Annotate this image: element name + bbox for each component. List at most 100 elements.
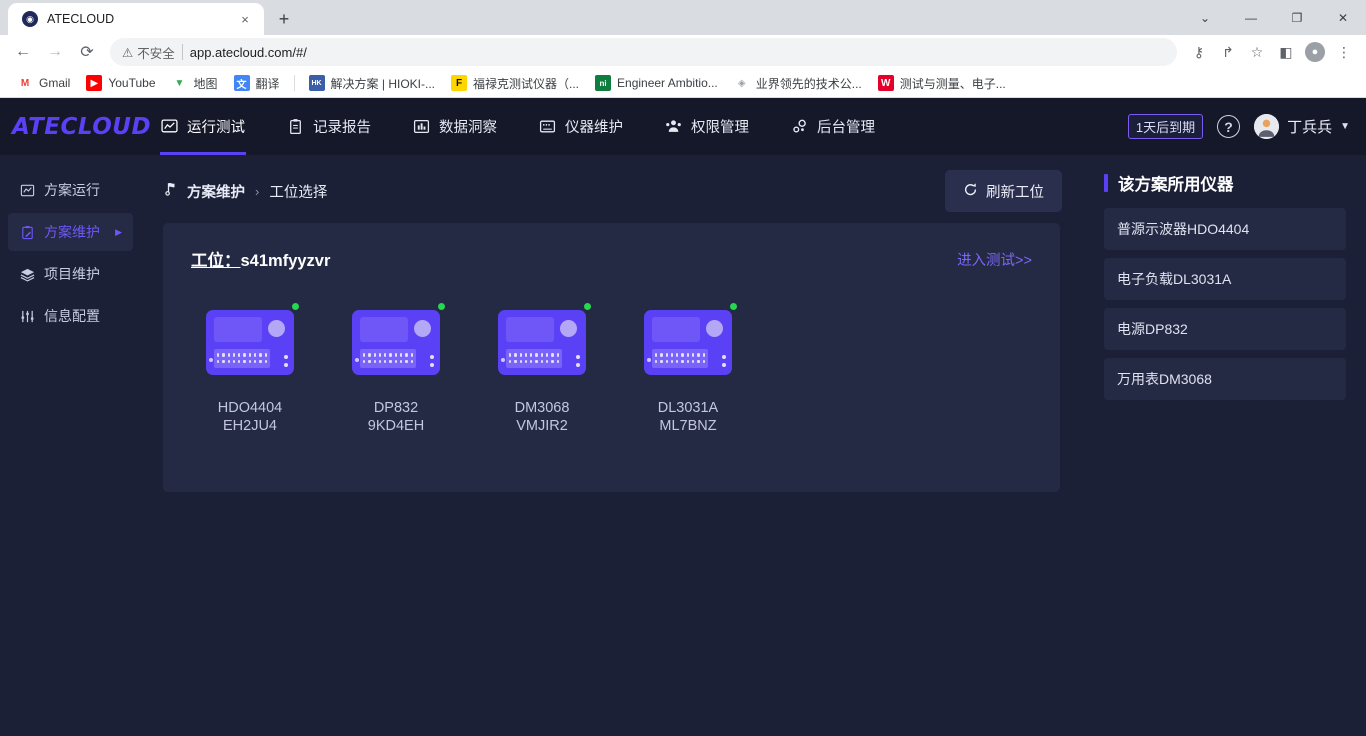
instrument-illustration [206, 309, 294, 375]
forward-icon[interactable]: → [40, 37, 70, 67]
device-knob [560, 319, 577, 337]
device-card[interactable]: HDO4404 EH2JU4 [191, 294, 309, 435]
toolbar-icon-group: ⚷ ↱ ☆ ◧ ● ⋮ [1185, 38, 1358, 66]
device-label: HDO4404 EH2JU4 [191, 399, 309, 435]
nav-tab-run-test[interactable]: 运行测试 [140, 98, 266, 155]
sidebar-item-label: 方案运行 [44, 182, 100, 198]
sidebar-item-label: 信息配置 [44, 308, 100, 324]
device-card[interactable]: DL3031A ML7BNZ [629, 294, 747, 435]
breadcrumb-root[interactable]: 方案维护 [187, 181, 245, 202]
bookmark-star-icon[interactable]: ☆ [1243, 38, 1271, 66]
profile-avatar-button[interactable]: ● [1301, 38, 1329, 66]
breadcrumb: 方案维护 [163, 181, 245, 202]
device-model: DM3068 [514, 400, 570, 416]
device-label: DL3031A ML7BNZ [629, 399, 747, 435]
not-secure-indicator[interactable]: ⚠ 不安全 [122, 43, 175, 62]
nav-tab-record-report[interactable]: 记录报告 [266, 98, 392, 155]
bookmark-label: YouTube [108, 76, 156, 90]
device-keypad-row [509, 359, 559, 363]
bookmark-fluke[interactable]: F 福禄克测试仪器（... [444, 72, 586, 95]
instruments-panel-title: 该方案所用仪器 [1104, 171, 1346, 195]
device-serial: EH2JU4 [223, 418, 277, 434]
user-menu[interactable]: 丁兵兵 ▼ [1254, 114, 1350, 139]
warning-triangle-icon: ⚠ [122, 45, 134, 60]
instrument-list-item[interactable]: 万用表DM3068 [1104, 358, 1346, 400]
device-thumbnail [337, 294, 455, 390]
diamond-icon: ◈ [733, 75, 750, 91]
sidebar-item-plan-maintain[interactable]: 方案维护 ▶ [8, 213, 133, 251]
nav-tab-data-insight[interactable]: 数据洞察 [392, 98, 518, 155]
new-tab-button[interactable]: + [270, 5, 298, 33]
maximize-icon[interactable]: ❐ [1274, 0, 1320, 35]
chevron-down-icon: ▼ [1340, 121, 1350, 132]
side-panel-icon[interactable]: ◧ [1272, 38, 1300, 66]
device-card[interactable]: DP832 9KD4EH [337, 294, 455, 435]
device-screen [214, 316, 262, 342]
bookmark-tech-company[interactable]: ◈ 业界领先的技术公... [727, 72, 869, 95]
atecloud-favicon: ◉ [22, 11, 38, 27]
device-model: DL3031A [657, 400, 719, 416]
bookmark-gmail[interactable]: M Gmail [10, 72, 77, 94]
bookmark-divider [293, 75, 295, 91]
url-text: app.atecloud.com/#/ [189, 44, 307, 60]
sidebar-item-label: 项目维护 [44, 266, 100, 282]
nav-tab-permission-management[interactable]: 权限管理 [644, 98, 770, 155]
nav-tab-label: 运行测试 [187, 120, 245, 136]
close-icon[interactable]: ✕ [1320, 0, 1366, 35]
device-serial: VMJIR2 [516, 418, 568, 434]
device-power-dot [647, 357, 651, 362]
atecloud-app: ATECLOUD 运行测试 记录报告 数据洞察 仪器维护 权限管理 后台管理 1… [0, 98, 1366, 736]
sidebar-item-project-maintain[interactable]: 项目维护 [8, 255, 133, 293]
nav-tab-instrument-maintenance[interactable]: 仪器维护 [518, 98, 644, 155]
bookmark-translate[interactable]: 文 翻译 [227, 72, 287, 95]
device-keypad-row [217, 359, 267, 363]
atecloud-logo[interactable]: ATECLOUD [12, 114, 151, 140]
sidebar: 方案运行 方案维护 ▶ 项目维护 信息配置 [0, 155, 141, 736]
device-side-buttons [284, 354, 288, 367]
share-icon[interactable]: ↱ [1214, 38, 1242, 66]
minimize-icon[interactable]: — [1228, 0, 1274, 35]
instrument-list-item[interactable]: 普源示波器HDO4404 [1104, 208, 1346, 250]
bookmark-hioki[interactable]: HK 解决方案 | HIOKI-... [302, 72, 442, 95]
bookmark-label: 测试与测量、电子... [899, 76, 1006, 91]
instrument-list-item[interactable]: 电子负载DL3031A [1104, 258, 1346, 300]
tab-close-icon[interactable]: × [236, 10, 254, 28]
maps-pin-icon: ▼ [171, 75, 188, 91]
browser-tab[interactable]: ◉ ATECLOUD × [8, 3, 264, 35]
flag-pin-icon [163, 181, 179, 201]
help-icon[interactable]: ? [1217, 115, 1241, 138]
reload-icon[interactable]: ⟳ [72, 37, 102, 67]
expiry-badge[interactable]: 1天后到期 [1127, 114, 1204, 139]
bookmark-youtube[interactable]: ▶ YouTube [79, 72, 162, 94]
back-icon[interactable]: ← [8, 37, 38, 67]
bookmark-maps[interactable]: ▼ 地图 [165, 72, 225, 95]
device-keypad [652, 348, 708, 368]
password-key-icon[interactable]: ⚷ [1185, 38, 1213, 66]
bookmark-ni[interactable]: ni Engineer Ambitio... [588, 72, 725, 94]
gmail-icon: M [17, 75, 33, 91]
user-name: 丁兵兵 [1287, 119, 1333, 136]
settings-gear-icon [791, 118, 808, 135]
nav-tab-backend-management[interactable]: 后台管理 [770, 98, 896, 155]
address-bar[interactable]: ⚠ 不安全 app.atecloud.com/#/ [110, 38, 1177, 66]
window-controls: ⌄ — ❐ ✕ [1182, 0, 1366, 35]
instrument-list-item[interactable]: 电源DP832 [1104, 308, 1346, 350]
hioki-icon: HK [308, 75, 325, 91]
bookmark-keysight[interactable]: W 测试与测量、电子... [871, 72, 1013, 95]
enter-test-link[interactable]: 进入测试>> [957, 249, 1032, 270]
chevron-down-icon[interactable]: ⌄ [1182, 0, 1228, 35]
device-side-buttons [576, 354, 580, 367]
sliders-icon [19, 308, 35, 324]
fluke-icon: F [451, 75, 467, 91]
bar-chart-icon [413, 118, 430, 135]
sidebar-item-plan-run[interactable]: 方案运行 [8, 171, 133, 209]
device-card[interactable]: DM3068 VMJIR2 [483, 294, 601, 435]
station-panel: 工位：s41mfyyzvr 进入测试>> HDO4404 EH2JU4 DP83… [163, 223, 1060, 492]
sidebar-item-info-config[interactable]: 信息配置 [8, 297, 133, 335]
clipboard-icon [287, 118, 304, 135]
chrome-menu-icon[interactable]: ⋮ [1330, 38, 1358, 66]
device-keypad [214, 348, 270, 368]
not-secure-label: 不安全 [137, 46, 175, 61]
refresh-station-button[interactable]: 刷新工位 [945, 170, 1062, 212]
bookmarks-bar: M Gmail ▶ YouTube ▼ 地图 文 翻译 HK 解决方案 | HI… [0, 69, 1366, 98]
